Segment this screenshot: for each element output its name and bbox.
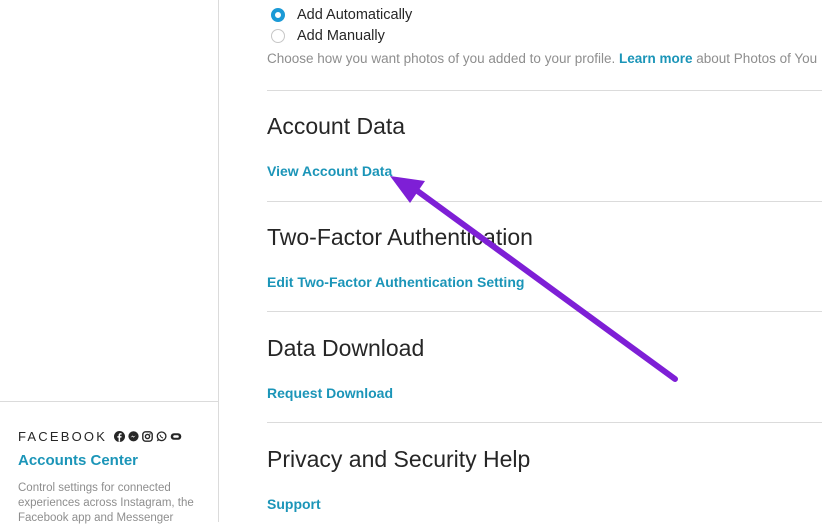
support-link[interactable]: Support (267, 496, 321, 512)
meta-app-icons (114, 430, 185, 442)
facebook-wordmark: FACEBOOK (18, 428, 108, 444)
radio-button-selected[interactable] (271, 8, 285, 22)
section-divider (267, 201, 822, 202)
accounts-center-description: Control settings for connected experienc… (18, 482, 194, 524)
radio-label: Add Automatically (297, 7, 413, 23)
section-divider (267, 422, 822, 423)
portal-icon (170, 431, 182, 442)
section-title-account-data: Account Data (267, 113, 406, 139)
radio-option-add-manually[interactable]: Add Manually (271, 28, 385, 44)
instagram-icon (142, 430, 154, 442)
whatsapp-icon (156, 430, 167, 442)
sidebar: FACEBOOK Accounts Center Control setting… (0, 0, 219, 524)
edit-two-factor-link[interactable]: Edit Two-Factor Authentication Setting (267, 274, 524, 290)
section-title-data-download: Data Download (267, 335, 425, 361)
accounts-center-panel: FACEBOOK Accounts Center Control setting… (0, 401, 219, 524)
photos-of-you-hint: Choose how you want photos of you added … (267, 51, 817, 66)
accounts-center-link[interactable]: Accounts Center (18, 452, 219, 469)
view-account-data-link[interactable]: View Account Data (267, 163, 392, 179)
facebook-brand-row: FACEBOOK (18, 427, 219, 445)
radio-label: Add Manually (297, 28, 385, 44)
section-divider (267, 311, 822, 312)
section-title-two-factor: Two-Factor Authentication (267, 224, 533, 250)
section-divider (267, 90, 822, 91)
hint-text-suffix: about Photos of You (692, 51, 818, 66)
messenger-icon (128, 430, 139, 442)
request-download-link[interactable]: Request Download (267, 385, 393, 401)
facebook-icon (114, 430, 126, 442)
section-title-privacy-help: Privacy and Security Help (267, 446, 531, 472)
hint-text: Choose how you want photos of you added … (267, 51, 619, 66)
radio-button-unselected[interactable] (271, 29, 285, 43)
radio-option-add-automatically[interactable]: Add Automatically (271, 7, 412, 23)
privacy-security-content: Add Automatically Add Manually Choose ho… (267, 0, 822, 522)
learn-more-link[interactable]: Learn more (619, 51, 693, 66)
